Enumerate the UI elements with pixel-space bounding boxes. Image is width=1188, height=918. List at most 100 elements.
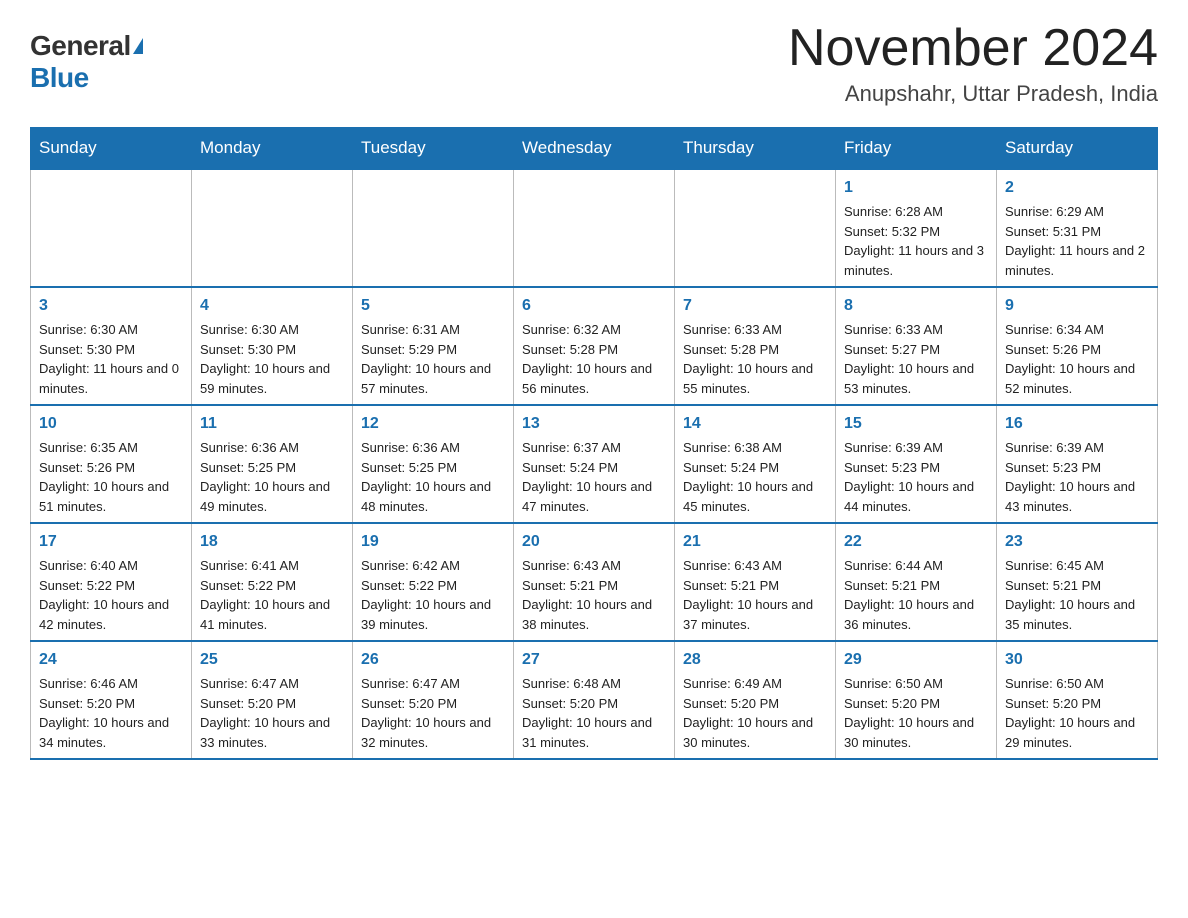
cell-sun-info: Sunrise: 6:43 AM Sunset: 5:21 PM Dayligh… (522, 556, 666, 634)
cell-day-number: 10 (39, 412, 183, 436)
calendar-cell: 25Sunrise: 6:47 AM Sunset: 5:20 PM Dayli… (192, 641, 353, 759)
calendar-cell: 6Sunrise: 6:32 AM Sunset: 5:28 PM Daylig… (514, 287, 675, 405)
cell-sun-info: Sunrise: 6:33 AM Sunset: 5:28 PM Dayligh… (683, 320, 827, 398)
calendar-cell: 26Sunrise: 6:47 AM Sunset: 5:20 PM Dayli… (353, 641, 514, 759)
cell-day-number: 14 (683, 412, 827, 436)
cell-day-number: 16 (1005, 412, 1149, 436)
cell-day-number: 29 (844, 648, 988, 672)
cell-sun-info: Sunrise: 6:43 AM Sunset: 5:21 PM Dayligh… (683, 556, 827, 634)
calendar-cell: 5Sunrise: 6:31 AM Sunset: 5:29 PM Daylig… (353, 287, 514, 405)
logo-general-text: General (30, 30, 131, 62)
calendar-cell: 9Sunrise: 6:34 AM Sunset: 5:26 PM Daylig… (997, 287, 1158, 405)
cell-sun-info: Sunrise: 6:29 AM Sunset: 5:31 PM Dayligh… (1005, 202, 1149, 280)
calendar-cell: 23Sunrise: 6:45 AM Sunset: 5:21 PM Dayli… (997, 523, 1158, 641)
cell-sun-info: Sunrise: 6:30 AM Sunset: 5:30 PM Dayligh… (39, 320, 183, 398)
cell-sun-info: Sunrise: 6:39 AM Sunset: 5:23 PM Dayligh… (1005, 438, 1149, 516)
cell-sun-info: Sunrise: 6:50 AM Sunset: 5:20 PM Dayligh… (1005, 674, 1149, 752)
cell-day-number: 8 (844, 294, 988, 318)
cell-sun-info: Sunrise: 6:49 AM Sunset: 5:20 PM Dayligh… (683, 674, 827, 752)
cell-sun-info: Sunrise: 6:31 AM Sunset: 5:29 PM Dayligh… (361, 320, 505, 398)
calendar-week-row: 17Sunrise: 6:40 AM Sunset: 5:22 PM Dayli… (31, 523, 1158, 641)
calendar-cell: 22Sunrise: 6:44 AM Sunset: 5:21 PM Dayli… (836, 523, 997, 641)
cell-day-number: 6 (522, 294, 666, 318)
calendar-cell: 24Sunrise: 6:46 AM Sunset: 5:20 PM Dayli… (31, 641, 192, 759)
cell-day-number: 4 (200, 294, 344, 318)
cell-day-number: 3 (39, 294, 183, 318)
calendar-cell (675, 169, 836, 287)
cell-day-number: 5 (361, 294, 505, 318)
cell-sun-info: Sunrise: 6:39 AM Sunset: 5:23 PM Dayligh… (844, 438, 988, 516)
cell-sun-info: Sunrise: 6:32 AM Sunset: 5:28 PM Dayligh… (522, 320, 666, 398)
cell-day-number: 22 (844, 530, 988, 554)
calendar-week-row: 24Sunrise: 6:46 AM Sunset: 5:20 PM Dayli… (31, 641, 1158, 759)
cell-sun-info: Sunrise: 6:36 AM Sunset: 5:25 PM Dayligh… (200, 438, 344, 516)
cell-sun-info: Sunrise: 6:38 AM Sunset: 5:24 PM Dayligh… (683, 438, 827, 516)
calendar-cell: 4Sunrise: 6:30 AM Sunset: 5:30 PM Daylig… (192, 287, 353, 405)
calendar-cell (192, 169, 353, 287)
weekday-header-wednesday: Wednesday (514, 128, 675, 170)
calendar-cell: 18Sunrise: 6:41 AM Sunset: 5:22 PM Dayli… (192, 523, 353, 641)
weekday-header-friday: Friday (836, 128, 997, 170)
cell-sun-info: Sunrise: 6:44 AM Sunset: 5:21 PM Dayligh… (844, 556, 988, 634)
cell-sun-info: Sunrise: 6:50 AM Sunset: 5:20 PM Dayligh… (844, 674, 988, 752)
weekday-header-saturday: Saturday (997, 128, 1158, 170)
logo-triangle-icon (133, 38, 143, 54)
title-area: November 2024 Anupshahr, Uttar Pradesh, … (788, 20, 1158, 107)
cell-day-number: 7 (683, 294, 827, 318)
location-title: Anupshahr, Uttar Pradesh, India (788, 81, 1158, 107)
weekday-header-thursday: Thursday (675, 128, 836, 170)
weekday-header-tuesday: Tuesday (353, 128, 514, 170)
cell-sun-info: Sunrise: 6:47 AM Sunset: 5:20 PM Dayligh… (200, 674, 344, 752)
calendar-cell: 11Sunrise: 6:36 AM Sunset: 5:25 PM Dayli… (192, 405, 353, 523)
calendar-cell: 13Sunrise: 6:37 AM Sunset: 5:24 PM Dayli… (514, 405, 675, 523)
cell-sun-info: Sunrise: 6:34 AM Sunset: 5:26 PM Dayligh… (1005, 320, 1149, 398)
cell-sun-info: Sunrise: 6:37 AM Sunset: 5:24 PM Dayligh… (522, 438, 666, 516)
cell-day-number: 28 (683, 648, 827, 672)
calendar-cell: 19Sunrise: 6:42 AM Sunset: 5:22 PM Dayli… (353, 523, 514, 641)
weekday-header-sunday: Sunday (31, 128, 192, 170)
cell-day-number: 21 (683, 530, 827, 554)
cell-sun-info: Sunrise: 6:28 AM Sunset: 5:32 PM Dayligh… (844, 202, 988, 280)
calendar-cell: 1Sunrise: 6:28 AM Sunset: 5:32 PM Daylig… (836, 169, 997, 287)
month-title: November 2024 (788, 20, 1158, 77)
calendar-cell: 16Sunrise: 6:39 AM Sunset: 5:23 PM Dayli… (997, 405, 1158, 523)
calendar-week-row: 10Sunrise: 6:35 AM Sunset: 5:26 PM Dayli… (31, 405, 1158, 523)
cell-day-number: 12 (361, 412, 505, 436)
calendar-cell: 17Sunrise: 6:40 AM Sunset: 5:22 PM Dayli… (31, 523, 192, 641)
calendar-week-row: 3Sunrise: 6:30 AM Sunset: 5:30 PM Daylig… (31, 287, 1158, 405)
calendar-cell (353, 169, 514, 287)
cell-sun-info: Sunrise: 6:41 AM Sunset: 5:22 PM Dayligh… (200, 556, 344, 634)
weekday-header-row: SundayMondayTuesdayWednesdayThursdayFrid… (31, 128, 1158, 170)
calendar-cell: 10Sunrise: 6:35 AM Sunset: 5:26 PM Dayli… (31, 405, 192, 523)
calendar-cell: 8Sunrise: 6:33 AM Sunset: 5:27 PM Daylig… (836, 287, 997, 405)
cell-day-number: 11 (200, 412, 344, 436)
calendar-week-row: 1Sunrise: 6:28 AM Sunset: 5:32 PM Daylig… (31, 169, 1158, 287)
cell-day-number: 23 (1005, 530, 1149, 554)
calendar-cell: 12Sunrise: 6:36 AM Sunset: 5:25 PM Dayli… (353, 405, 514, 523)
calendar-cell: 14Sunrise: 6:38 AM Sunset: 5:24 PM Dayli… (675, 405, 836, 523)
calendar-cell: 21Sunrise: 6:43 AM Sunset: 5:21 PM Dayli… (675, 523, 836, 641)
calendar-cell: 15Sunrise: 6:39 AM Sunset: 5:23 PM Dayli… (836, 405, 997, 523)
cell-day-number: 9 (1005, 294, 1149, 318)
cell-sun-info: Sunrise: 6:45 AM Sunset: 5:21 PM Dayligh… (1005, 556, 1149, 634)
cell-day-number: 26 (361, 648, 505, 672)
calendar-table: SundayMondayTuesdayWednesdayThursdayFrid… (30, 127, 1158, 760)
weekday-header-monday: Monday (192, 128, 353, 170)
calendar-cell: 7Sunrise: 6:33 AM Sunset: 5:28 PM Daylig… (675, 287, 836, 405)
cell-sun-info: Sunrise: 6:40 AM Sunset: 5:22 PM Dayligh… (39, 556, 183, 634)
cell-sun-info: Sunrise: 6:42 AM Sunset: 5:22 PM Dayligh… (361, 556, 505, 634)
calendar-cell: 3Sunrise: 6:30 AM Sunset: 5:30 PM Daylig… (31, 287, 192, 405)
cell-day-number: 1 (844, 176, 988, 200)
calendar-cell: 29Sunrise: 6:50 AM Sunset: 5:20 PM Dayli… (836, 641, 997, 759)
calendar-cell: 27Sunrise: 6:48 AM Sunset: 5:20 PM Dayli… (514, 641, 675, 759)
logo-blue-text: Blue (30, 62, 89, 93)
cell-sun-info: Sunrise: 6:36 AM Sunset: 5:25 PM Dayligh… (361, 438, 505, 516)
cell-day-number: 20 (522, 530, 666, 554)
calendar-cell: 20Sunrise: 6:43 AM Sunset: 5:21 PM Dayli… (514, 523, 675, 641)
cell-sun-info: Sunrise: 6:30 AM Sunset: 5:30 PM Dayligh… (200, 320, 344, 398)
cell-sun-info: Sunrise: 6:46 AM Sunset: 5:20 PM Dayligh… (39, 674, 183, 752)
cell-day-number: 18 (200, 530, 344, 554)
calendar-cell: 2Sunrise: 6:29 AM Sunset: 5:31 PM Daylig… (997, 169, 1158, 287)
calendar-cell (31, 169, 192, 287)
cell-sun-info: Sunrise: 6:33 AM Sunset: 5:27 PM Dayligh… (844, 320, 988, 398)
